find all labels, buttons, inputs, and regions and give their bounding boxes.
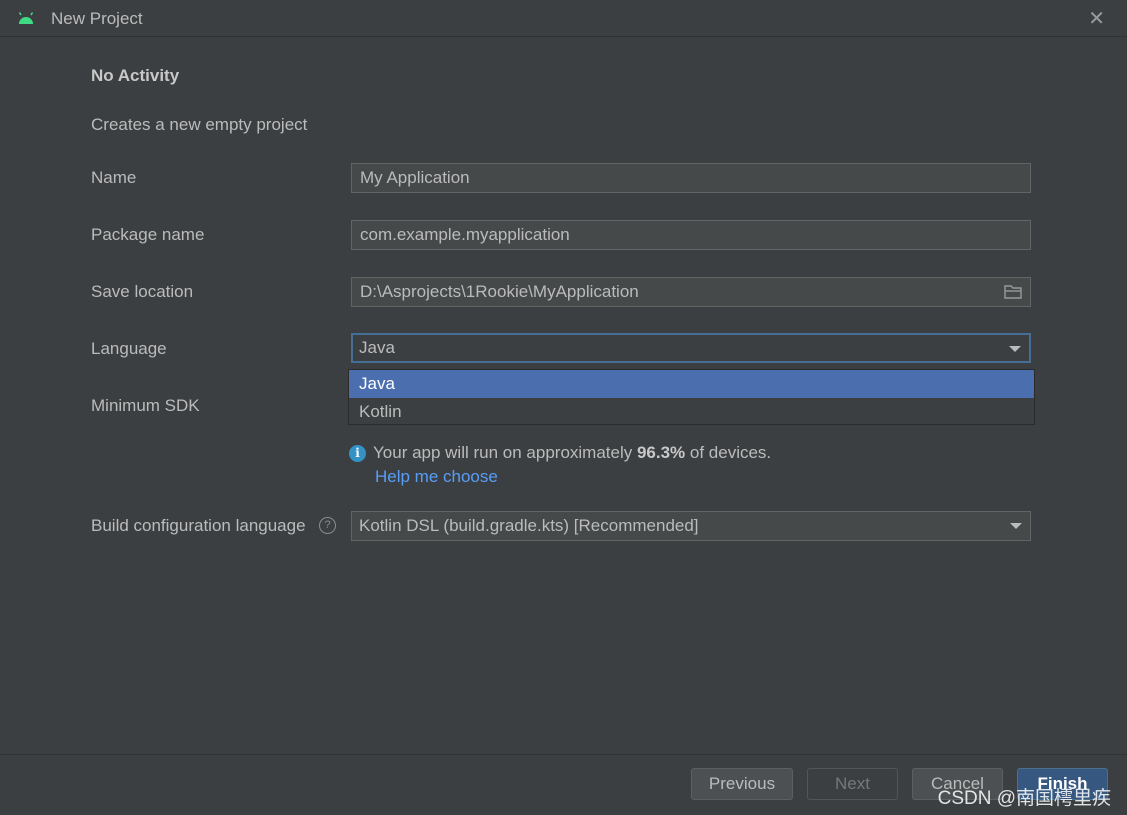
save-location-field[interactable]: D:\Asprojects\1Rookie\MyApplication (351, 277, 1031, 307)
close-icon[interactable]: ✕ (1088, 6, 1105, 31)
info-icon: i (349, 445, 366, 462)
help-me-choose-link[interactable]: Help me choose (375, 467, 498, 487)
build-config-label: Build configuration language (91, 516, 306, 535)
android-icon (18, 12, 34, 24)
language-select[interactable]: Java (351, 333, 1031, 363)
language-label: Language (91, 339, 167, 358)
package-name-field[interactable]: com.example.myapplication (351, 220, 1031, 250)
language-dropdown: Java Kotlin (348, 369, 1035, 425)
language-option-java[interactable]: Java (349, 370, 1034, 398)
minimum-sdk-label: Minimum SDK (91, 396, 200, 415)
language-value: Java (359, 338, 395, 357)
save-location-value: D:\Asprojects\1Rookie\MyApplication (360, 282, 639, 301)
help-icon[interactable]: ? (319, 517, 336, 534)
chevron-down-icon (1009, 346, 1021, 352)
template-description: Creates a new empty project (91, 115, 308, 134)
name-field[interactable]: My Application (351, 163, 1031, 193)
next-button[interactable]: Next (807, 768, 898, 800)
chevron-down-icon (1010, 523, 1022, 529)
package-name-label: Package name (91, 225, 205, 244)
build-config-value: Kotlin DSL (build.gradle.kts) [Recommend… (359, 516, 699, 535)
package-name-value: com.example.myapplication (360, 225, 570, 244)
previous-button[interactable]: Previous (691, 768, 793, 800)
coverage-prefix: Your app will run on approximately (373, 443, 637, 462)
language-option-kotlin[interactable]: Kotlin (349, 398, 1034, 426)
save-location-label: Save location (91, 282, 194, 301)
name-label: Name (91, 168, 137, 187)
folder-icon[interactable] (1004, 284, 1022, 299)
name-value: My Application (360, 168, 470, 187)
watermark: CSDN @南国樗里疾 (937, 788, 1111, 809)
build-config-select[interactable]: Kotlin DSL (build.gradle.kts) [Recommend… (351, 511, 1031, 541)
title-bar: New Project ✕ (0, 0, 1127, 37)
device-coverage-text: Your app will run on approximately 96.3%… (373, 443, 771, 463)
window-title: New Project (51, 9, 143, 28)
coverage-suffix: of devices. (685, 443, 772, 462)
template-heading: No Activity (91, 66, 180, 85)
coverage-percent: 96.3% (636, 443, 686, 462)
